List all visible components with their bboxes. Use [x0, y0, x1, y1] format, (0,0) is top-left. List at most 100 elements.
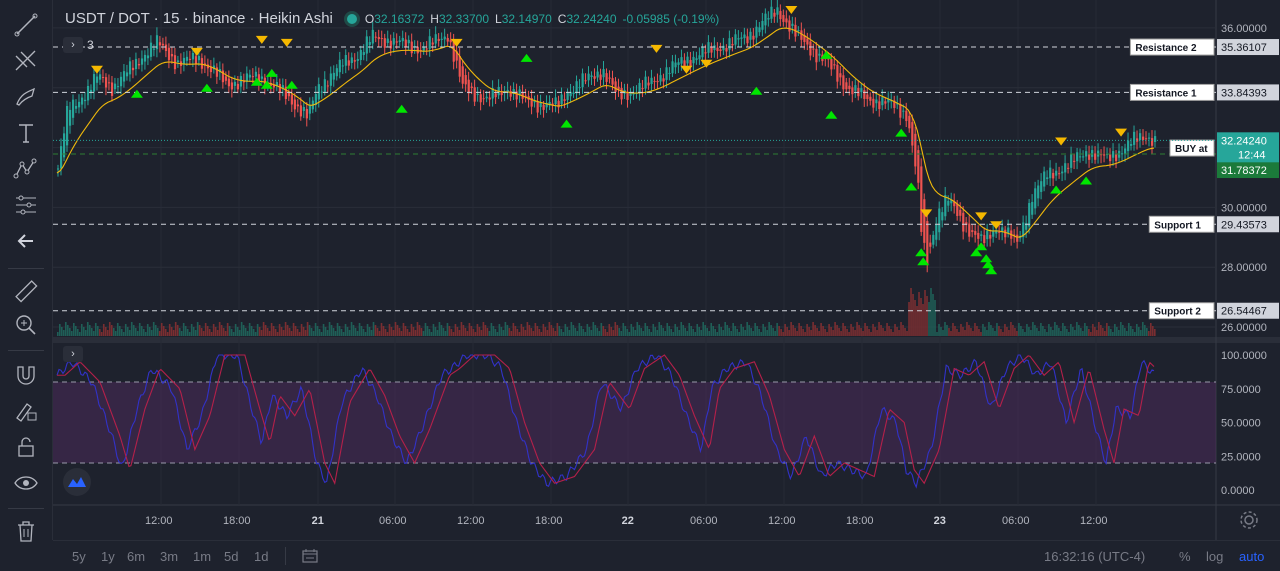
volume-bar [340, 329, 343, 336]
volume-bar [580, 326, 583, 336]
range-1d[interactable]: 1d [254, 549, 268, 564]
zoom-tool[interactable] [8, 310, 44, 340]
volume-bar [566, 327, 569, 336]
measure-tree-tool[interactable] [8, 190, 44, 220]
date-range-icon[interactable] [301, 547, 319, 565]
candle-body [938, 208, 941, 233]
percent-scale-toggle[interactable]: % [1179, 549, 1191, 564]
volume-bar [766, 330, 768, 336]
candle-body [776, 7, 779, 15]
volume-bar [424, 323, 427, 336]
volume-bar [536, 326, 539, 336]
volume-bar [364, 332, 367, 336]
candle-body [770, 6, 773, 19]
collapse-oscillator-button[interactable]: › [63, 346, 83, 362]
logo-icon [68, 477, 86, 487]
range-3m[interactable]: 3m [160, 549, 178, 564]
collapse-indicators-button[interactable]: › [63, 37, 83, 53]
clock-timezone[interactable]: 16:32:16 (UTC-4) [1044, 549, 1145, 564]
volume-bar [738, 332, 740, 336]
candle-body [110, 82, 114, 96]
candle-body [650, 77, 653, 85]
settings-gear-icon[interactable] [1238, 509, 1260, 531]
auto-scale-toggle[interactable]: auto [1239, 549, 1264, 564]
level-name: Support 1 [1154, 220, 1201, 231]
volume-bar [272, 326, 275, 336]
unlock-tool[interactable] [8, 432, 44, 462]
remove-drawings-tool[interactable] [8, 516, 44, 546]
fib-tool[interactable] [8, 46, 44, 76]
volume-bar [744, 330, 746, 336]
volume-bar [1018, 323, 1020, 336]
magnet-tool[interactable] [8, 360, 44, 390]
range-5y[interactable]: 5y [72, 549, 86, 564]
candle-body [1115, 154, 1118, 162]
volume-bar [150, 330, 153, 336]
buy-signal-arrow [905, 182, 918, 191]
candle-body [278, 83, 281, 93]
chart-area[interactable]: Resistance 2 35.36107 Resistance 1 33.84393… [53, 0, 1280, 540]
volume-bar [1022, 329, 1024, 336]
range-5d[interactable]: 5d [224, 549, 238, 564]
volume-bar [590, 330, 593, 336]
log-scale-toggle[interactable]: log [1206, 549, 1223, 564]
candle-body [977, 232, 980, 239]
volume-bar [806, 324, 808, 336]
volume-bar [650, 332, 653, 336]
magnet-icon [17, 366, 35, 385]
volume-bar [1154, 329, 1156, 336]
volume-bar [256, 324, 259, 336]
candle-body [863, 90, 866, 99]
candle-body [1151, 138, 1154, 146]
tradingview-logo[interactable] [63, 468, 91, 496]
visibility-tool[interactable] [8, 468, 44, 498]
volume-bar [816, 328, 818, 336]
ruler-tool[interactable] [8, 276, 44, 306]
candle-body [959, 209, 962, 216]
volume-bar [1122, 325, 1124, 336]
lock-drawings-tool[interactable] [8, 396, 44, 426]
candle-body [137, 63, 141, 66]
range-6m[interactable]: 6m [127, 549, 145, 564]
volume-bar [274, 329, 277, 336]
candle-body [371, 29, 374, 44]
candle-body [239, 75, 243, 87]
candle-body [881, 97, 884, 106]
text-tool[interactable] [8, 118, 44, 148]
volume-bar [928, 302, 930, 336]
volume-bar [780, 329, 782, 336]
volume-bar [450, 329, 453, 336]
candle-body [449, 39, 452, 43]
volume-bar [722, 330, 724, 336]
volume-bar [602, 326, 605, 336]
volume-bar [684, 328, 687, 336]
volume-bar [578, 323, 581, 336]
volume-bar [88, 325, 91, 336]
volume-bar [652, 324, 655, 336]
volume-bar [370, 330, 373, 336]
candle-body [254, 71, 258, 77]
volume-bar [86, 322, 89, 336]
back-tool[interactable] [8, 226, 44, 256]
symbol-title[interactable]: USDT / DOT · 15 · binance · Heikin Ashi [65, 10, 333, 27]
trend-line-tool[interactable] [8, 10, 44, 40]
candle-body [167, 47, 171, 61]
range-1y[interactable]: 1y [101, 549, 115, 564]
range-1m[interactable]: 1m [193, 549, 211, 564]
time-axis-label: 18:00 [846, 515, 874, 527]
candle-body [746, 36, 749, 44]
candle-body [83, 99, 87, 102]
pattern-tool[interactable] [8, 154, 44, 184]
candle-body [722, 45, 725, 51]
candle-body [956, 203, 959, 216]
candle-body [323, 79, 326, 92]
candle-body [908, 115, 911, 129]
volume-bar [658, 322, 661, 336]
chart-canvas[interactable]: Resistance 2 35.36107 Resistance 1 33.84393… [53, 0, 1280, 540]
volume-bar [384, 329, 387, 336]
volume-bar [676, 327, 679, 336]
volume-bar [882, 328, 884, 336]
brush-tool[interactable] [8, 82, 44, 112]
volume-bar [180, 331, 183, 336]
volume-bar [838, 328, 840, 336]
